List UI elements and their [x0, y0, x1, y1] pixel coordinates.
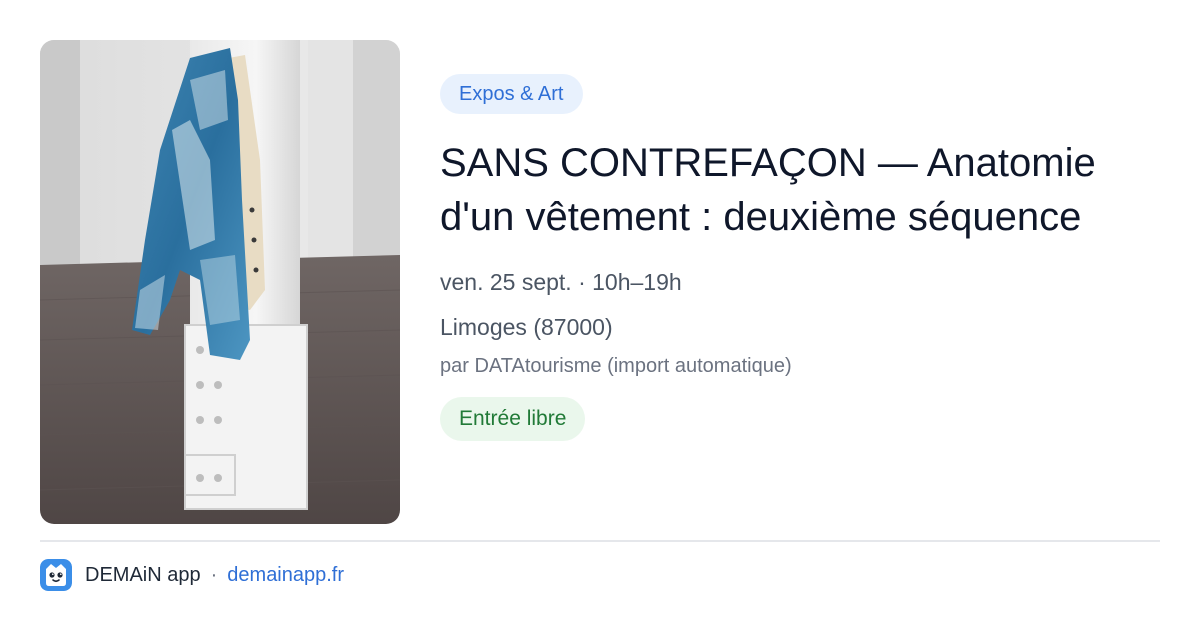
event-datetime: ven. 25 sept. · 10h–19h	[440, 269, 682, 295]
app-name: DEMAiN app	[85, 563, 201, 586]
footer-divider	[40, 540, 1160, 542]
app-url-link[interactable]: demainapp.fr	[227, 564, 344, 587]
event-share-card: Expos & Art SANS CONTREFAÇON — Anatomie …	[0, 0, 1200, 630]
demain-logo-icon	[40, 559, 72, 591]
event-details: Expos & Art SANS CONTREFAÇON — Anatomie …	[440, 74, 1160, 441]
event-title: SANS CONTREFAÇON — Anatomie d'un vêtemen…	[440, 141, 1096, 239]
price-badge: Entrée libre	[440, 397, 586, 441]
category-badge[interactable]: Expos & Art	[440, 74, 583, 114]
footer-separator: ·	[210, 563, 218, 586]
footer: DEMAiN app · demainapp.fr	[40, 558, 344, 592]
event-source: par DATAtourisme (import automatique)	[440, 355, 792, 377]
event-location: Limoges (87000)	[440, 314, 613, 340]
event-image[interactable]	[40, 40, 400, 524]
